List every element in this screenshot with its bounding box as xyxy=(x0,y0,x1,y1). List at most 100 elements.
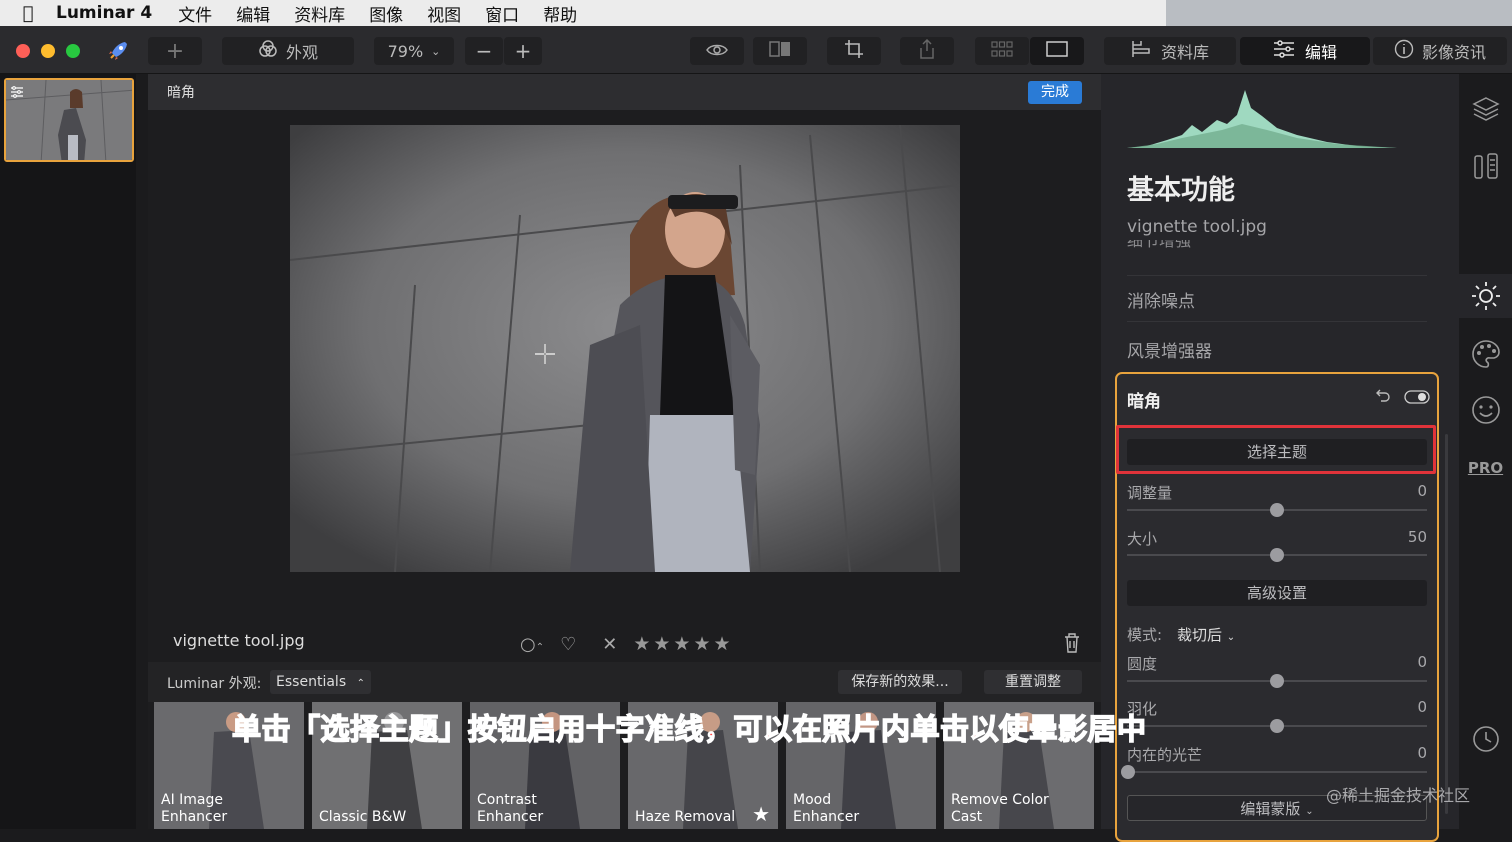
chevron-down-icon: ⌄ xyxy=(1305,806,1314,817)
tool-item-landscape[interactable]: 风景增强器 xyxy=(1127,337,1212,362)
crop-icon xyxy=(844,39,864,63)
add-photos-button[interactable]: + xyxy=(148,37,202,65)
histogram xyxy=(1127,80,1397,154)
rocket-icon[interactable] xyxy=(105,38,131,68)
zoom-in-button[interactable]: + xyxy=(504,37,542,65)
close-window-button[interactable] xyxy=(16,44,30,58)
menu-edit[interactable]: 编辑 xyxy=(236,1,270,26)
star-rating[interactable]: ★★★★★ xyxy=(633,633,733,655)
looks-button[interactable]: 外观 xyxy=(222,37,354,65)
size-slider-handle[interactable] xyxy=(1270,548,1284,562)
crosshair-cursor-icon xyxy=(534,343,556,369)
tab-library[interactable]: 资料库 xyxy=(1104,37,1236,65)
split-view-icon xyxy=(769,41,791,61)
history-clock-icon[interactable] xyxy=(1459,724,1512,758)
panel-scrollbar[interactable] xyxy=(1445,434,1448,814)
portrait-face-icon[interactable] xyxy=(1459,394,1512,430)
menu-view[interactable]: 视图 xyxy=(427,1,461,26)
filmstrip xyxy=(0,74,136,829)
amount-slider[interactable] xyxy=(1127,503,1427,517)
tool-title: 暗角 xyxy=(167,85,195,101)
color-label-icon[interactable]: ○⌃ xyxy=(520,634,544,655)
pro-tools-label[interactable]: PRO xyxy=(1459,459,1512,477)
inner-light-value: 0 xyxy=(1417,744,1427,762)
looks-label: 外观 xyxy=(285,43,318,62)
feather-slider-handle[interactable] xyxy=(1270,719,1284,733)
panel-filename: vignette tool.jpg xyxy=(1127,217,1267,237)
tab-library-label: 资料库 xyxy=(1160,43,1209,62)
tool-item-detail[interactable]: 细节增强 xyxy=(1127,240,1191,252)
amount-value: 0 xyxy=(1417,482,1427,500)
photo-thumbnail[interactable] xyxy=(4,78,134,162)
vignette-enable-toggle[interactable] xyxy=(1404,389,1430,408)
single-image-icon xyxy=(1046,41,1068,61)
crop-button[interactable] xyxy=(827,37,881,65)
tool-item-denoise[interactable]: 消除噪点 xyxy=(1127,287,1195,312)
feather-value: 0 xyxy=(1417,698,1427,716)
size-label: 大小 xyxy=(1127,530,1158,548)
thumbnail-image xyxy=(6,80,132,160)
canvas-icon[interactable] xyxy=(1459,150,1512,186)
share-icon xyxy=(918,38,936,63)
feather-slider[interactable] xyxy=(1127,719,1427,733)
tab-edit[interactable]: 编辑 xyxy=(1240,37,1370,65)
essentials-sun-icon[interactable] xyxy=(1459,274,1512,318)
reject-icon[interactable]: ✕ xyxy=(602,634,617,655)
looks-collection-dropdown[interactable]: Essentials ⌃ xyxy=(270,670,371,694)
layers-icon[interactable] xyxy=(1459,94,1512,126)
section-title: 基本功能 xyxy=(1127,175,1235,206)
zoom-out-button[interactable]: − xyxy=(465,37,503,65)
preset-label: AI Image Enhancer xyxy=(161,792,228,825)
grid-view-button[interactable] xyxy=(975,37,1029,65)
trash-icon[interactable] xyxy=(1064,633,1080,657)
divider xyxy=(1127,321,1427,322)
roundness-slider[interactable] xyxy=(1127,674,1427,688)
preview-toggle-button[interactable] xyxy=(690,37,744,65)
roundness-slider-handle[interactable] xyxy=(1270,674,1284,688)
photo-filename: vignette tool.jpg xyxy=(173,631,305,650)
toolbar: + 外观 79% ⌄ − + 资料库 编辑 影像资讯 xyxy=(0,26,1512,74)
preset-label: Classic B&W xyxy=(319,809,407,825)
heart-icon[interactable]: ♡ xyxy=(560,634,576,655)
menu-window[interactable]: 窗口 xyxy=(485,1,519,26)
save-look-button[interactable]: 保存新的效果... xyxy=(838,670,962,694)
zoom-dropdown[interactable]: 79% ⌄ xyxy=(374,37,454,65)
tool-category-sidebar: PRO xyxy=(1459,74,1512,829)
menu-help[interactable]: 帮助 xyxy=(543,1,577,26)
preset-label: Mood Enhancer xyxy=(793,792,860,825)
chevron-down-icon: ⌄ xyxy=(1226,632,1236,643)
amount-slider-handle[interactable] xyxy=(1270,503,1284,517)
vignette-title: 暗角 xyxy=(1127,392,1161,412)
mode-dropdown[interactable]: 裁切后 ⌄ xyxy=(1177,624,1235,645)
apple-icon[interactable]:  xyxy=(0,3,56,24)
inner-light-slider-handle[interactable] xyxy=(1121,765,1135,779)
zoom-window-button[interactable] xyxy=(66,44,80,58)
compare-button[interactable] xyxy=(753,37,807,65)
single-view-button[interactable] xyxy=(1030,37,1084,65)
preset-label: Contrast Enhancer xyxy=(477,792,544,825)
tab-info[interactable]: 影像资讯 xyxy=(1373,37,1507,65)
divider xyxy=(1127,275,1427,276)
edited-indicator-icon xyxy=(10,83,24,102)
inner-light-slider[interactable] xyxy=(1121,765,1427,779)
reset-adjustments-button[interactable]: 重置调整 xyxy=(984,670,1082,694)
looks-bar-label: Luminar 外观: xyxy=(167,676,262,692)
undo-icon[interactable] xyxy=(1375,387,1391,407)
looks-collection-label: Essentials xyxy=(276,674,347,690)
roundness-value: 0 xyxy=(1417,653,1427,671)
app-menu[interactable]: Luminar 4 xyxy=(56,3,152,23)
menu-image[interactable]: 图像 xyxy=(369,1,403,26)
edit-mask-label: 编辑蒙版 xyxy=(1240,800,1301,818)
share-button[interactable] xyxy=(900,37,954,65)
favorite-star-icon[interactable]: ★ xyxy=(752,802,770,826)
size-slider[interactable] xyxy=(1127,548,1427,562)
plus-icon: + xyxy=(514,39,532,63)
done-button[interactable]: 完成 xyxy=(1028,81,1082,104)
minimize-window-button[interactable] xyxy=(41,44,55,58)
chevron-up-icon: ⌃ xyxy=(356,678,365,689)
menu-file[interactable]: 文件 xyxy=(178,1,212,26)
photo-canvas[interactable] xyxy=(290,125,960,572)
creative-palette-icon[interactable] xyxy=(1459,338,1512,374)
menu-library[interactable]: 资料库 xyxy=(294,1,345,26)
advanced-settings-button[interactable]: 高级设置 xyxy=(1127,580,1427,606)
